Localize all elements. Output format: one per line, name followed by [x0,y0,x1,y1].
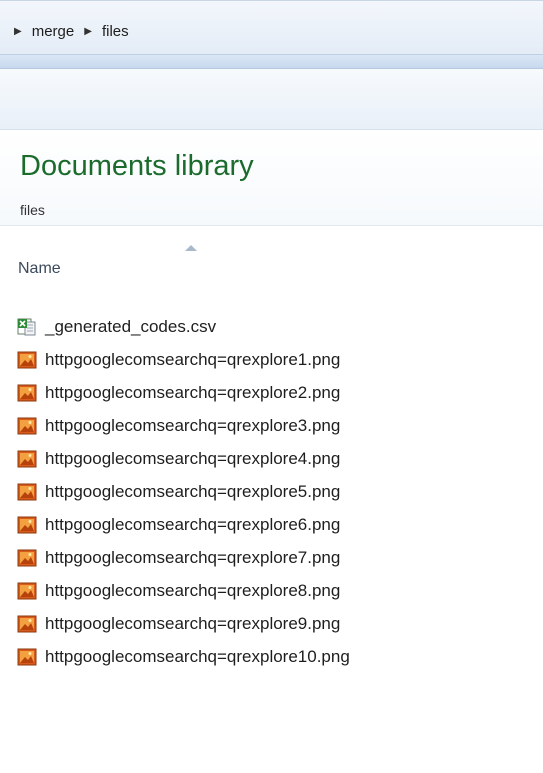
file-row[interactable]: httpgooglecomsearchq=qrexplore3.png [0,409,543,442]
file-name: httpgooglecomsearchq=qrexplore4.png [45,448,341,468]
csv-file-icon [17,318,36,335]
file-name: httpgooglecomsearchq=qrexplore2.png [45,382,341,402]
address-bar[interactable]: ▶ merge ▶ files [0,0,543,54]
file-name: httpgooglecomsearchq=qrexplore10.png [45,646,350,666]
file-row[interactable]: httpgooglecomsearchq=qrexplore1.png [0,343,543,376]
library-subtitle: files [20,202,45,218]
png-file-icon [17,351,37,368]
breadcrumb-item-merge[interactable]: merge [32,23,75,40]
file-list: _generated_codes.csv httpgooglecomsearch… [0,310,543,673]
png-file-icon [17,483,37,500]
file-row[interactable]: httpgooglecomsearchq=qrexplore2.png [0,376,543,409]
file-row[interactable]: httpgooglecomsearchq=qrexplore8.png [0,574,543,607]
file-row[interactable]: httpgooglecomsearchq=qrexplore5.png [0,475,543,508]
command-bar [0,69,543,130]
file-name: httpgooglecomsearchq=qrexplore8.png [45,580,341,600]
file-row[interactable]: httpgooglecomsearchq=qrexplore6.png [0,508,543,541]
png-file-icon [17,450,37,467]
library-header: Documents library files [0,130,543,226]
png-file-icon [17,615,37,632]
png-file-icon [17,582,37,599]
png-file-icon [17,417,37,434]
file-row[interactable]: httpgooglecomsearchq=qrexplore7.png [0,541,543,574]
file-name: _generated_codes.csv [45,316,217,336]
sort-ascending-icon [185,245,197,251]
file-name: httpgooglecomsearchq=qrexplore9.png [45,613,341,633]
breadcrumb-item-files[interactable]: files [102,23,129,40]
column-header-label: Name [18,260,61,277]
breadcrumb: ▶ merge ▶ files [12,23,129,40]
file-row[interactable]: httpgooglecomsearchq=qrexplore4.png [0,442,543,475]
png-file-icon [17,516,37,533]
library-title: Documents library [20,150,254,182]
file-row[interactable]: _generated_codes.csv [0,310,543,343]
breadcrumb-arrow-icon[interactable]: ▶ [14,26,22,37]
file-name: httpgooglecomsearchq=qrexplore1.png [45,349,341,369]
column-header-name[interactable]: Name [0,240,543,277]
file-name: httpgooglecomsearchq=qrexplore7.png [45,547,341,567]
png-file-icon [17,648,37,665]
png-file-icon [17,384,37,401]
file-row[interactable]: httpgooglecomsearchq=qrexplore10.png [0,640,543,673]
toolbar-band [0,54,543,69]
breadcrumb-arrow-icon[interactable]: ▶ [84,26,92,37]
file-name: httpgooglecomsearchq=qrexplore6.png [45,514,341,534]
file-name: httpgooglecomsearchq=qrexplore3.png [45,415,341,435]
file-name: httpgooglecomsearchq=qrexplore5.png [45,481,341,501]
png-file-icon [17,549,37,566]
file-row[interactable]: httpgooglecomsearchq=qrexplore9.png [0,607,543,640]
